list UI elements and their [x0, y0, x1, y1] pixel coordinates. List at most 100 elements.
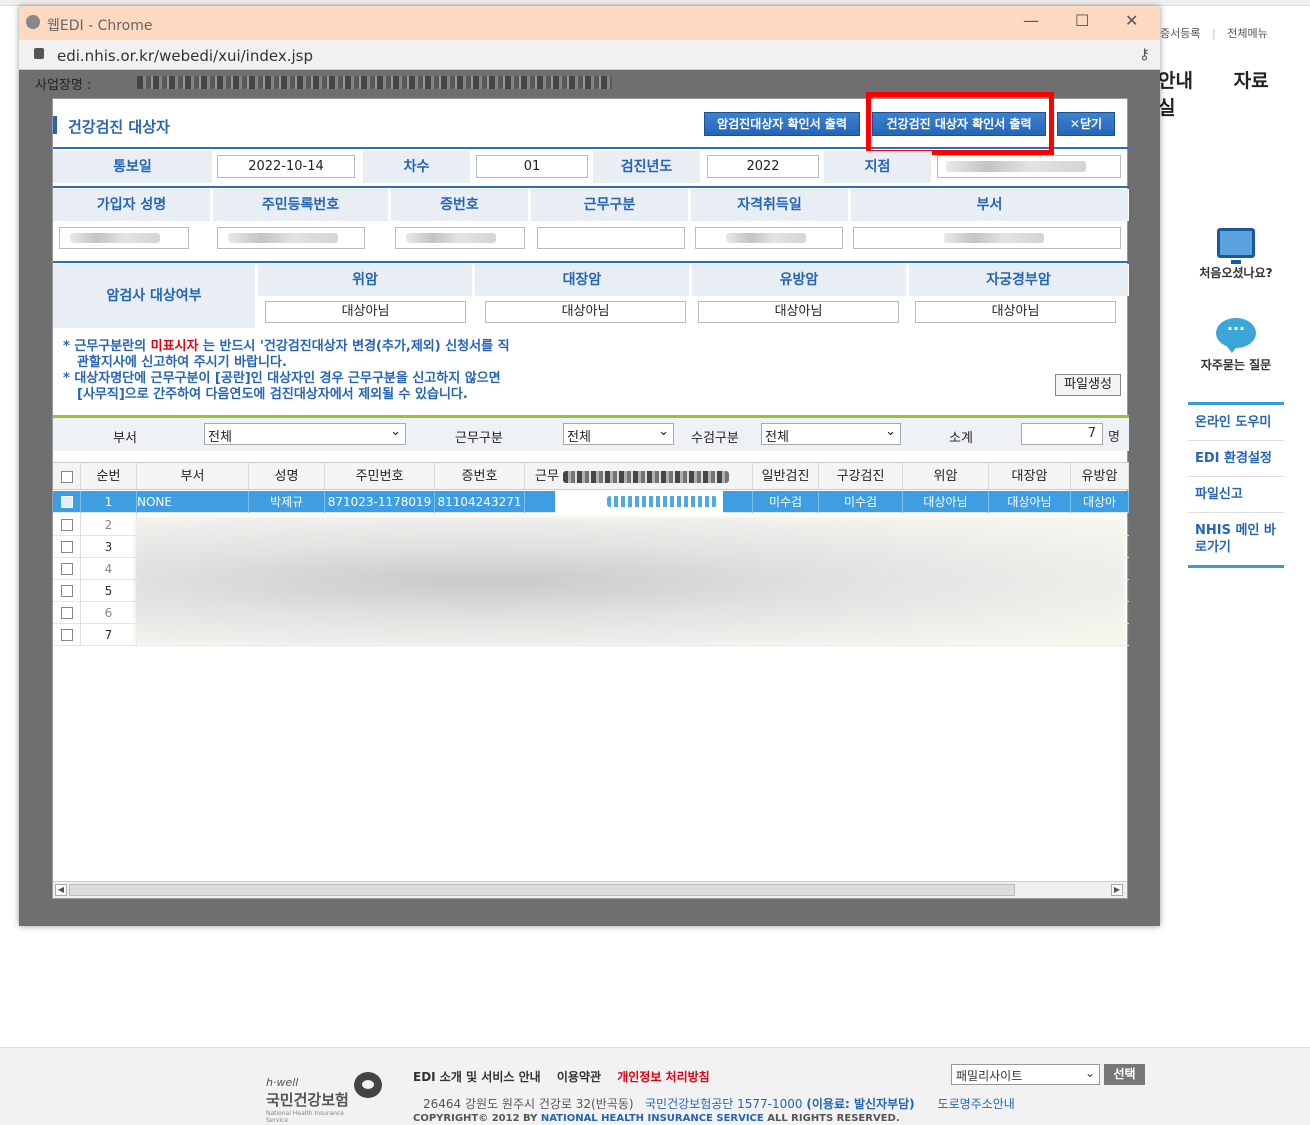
footer-link-terms[interactable]: 이용약관 [557, 1070, 601, 1084]
subtotal-field[interactable]: 7 [1021, 423, 1103, 445]
heart-logo-icon [354, 1072, 382, 1098]
close-icon[interactable]: ✕ [1125, 11, 1138, 30]
colon-cancer-value[interactable]: 대상아님 [485, 301, 686, 323]
all-menu-link[interactable]: 전체메뉴 [1227, 27, 1267, 40]
cell-rrn: 871023-1178019 [325, 491, 435, 513]
col-header-card[interactable]: 증번호 [435, 463, 525, 491]
col-header-work[interactable]: 근무 [525, 463, 753, 491]
nav-guide[interactable]: 안내 [1158, 70, 1193, 92]
round-field[interactable]: 01 [476, 155, 588, 178]
key-icon[interactable]: ⚷ [1139, 45, 1150, 63]
cell-colon: 대상아님 [989, 491, 1071, 513]
col-header-work-label: 근무 [535, 469, 559, 484]
dialog-close-button[interactable]: ✕닫기 [1057, 112, 1115, 136]
footer-link-privacy[interactable]: 개인정보 처리방침 [617, 1070, 710, 1084]
member-info: 가입자 성명 주민등록번호 증번호 근무구분 자격취득일 부서 [53, 189, 1129, 259]
row-select-cell [53, 491, 81, 513]
footer-link-about[interactable]: EDI 소개 및 서비스 안내 [413, 1070, 541, 1084]
scroll-right-icon[interactable]: ▶ [1111, 884, 1123, 896]
logo-hwell: h·well [266, 1076, 299, 1089]
scroll-thumb[interactable] [69, 884, 1015, 896]
copyright-org: NATIONAL HEALTH INSURANCE SERVICE [540, 1113, 764, 1124]
cervical-cancer-value[interactable]: 대상아님 [915, 301, 1116, 323]
stomach-cancer-value[interactable]: 대상아님 [265, 301, 466, 323]
work-type-field[interactable] [537, 227, 685, 249]
select-all-cell [53, 463, 81, 491]
colon-cancer-header: 대장암 [475, 264, 690, 296]
row-checkbox[interactable] [61, 519, 73, 531]
maximize-icon[interactable]: ☐ [1075, 11, 1089, 30]
minimize-icon[interactable]: — [1023, 11, 1039, 30]
cell-dept: NONE [137, 491, 249, 513]
col-header-dept[interactable]: 부서 [137, 463, 249, 491]
cell-no: 5 [81, 580, 137, 602]
row-checkbox[interactable] [61, 607, 73, 619]
create-file-button[interactable]: 파일생성 [1055, 374, 1121, 396]
url-text[interactable]: edi.nhis.or.kr/webedi/xui/index.jsp [57, 47, 313, 65]
window-title-bar: 웹EDI - Chrome — ☐ ✕ [19, 6, 1160, 40]
card-no-field[interactable] [395, 227, 525, 249]
scroll-left-icon[interactable]: ◀ [55, 884, 67, 896]
divider: | [1211, 27, 1216, 40]
faq-label: 자주묻는 질문 [1200, 358, 1272, 372]
row-checkbox[interactable] [61, 496, 73, 508]
family-site-go-button[interactable]: 선택 [1104, 1064, 1145, 1085]
branch-label: 지점 [824, 151, 932, 183]
rrn-field[interactable] [217, 227, 365, 249]
col-header-rrn[interactable]: 주민번호 [325, 463, 435, 491]
row-checkbox[interactable] [61, 563, 73, 575]
family-site-select[interactable]: 패밀리사이트 ⌄ [951, 1064, 1100, 1085]
side-link-nhis-main[interactable]: NHIS 메인 바로가기 [1188, 513, 1284, 565]
notice-line-1: * 근무구분란의 미표시자 는 반드시 '건강검진대상자 변경(추가,제외) 신… [63, 339, 623, 355]
year-field[interactable]: 2022 [707, 155, 819, 178]
side-link-file-report[interactable]: 파일신고 [1188, 477, 1284, 513]
col-header-oral[interactable]: 구강검진 [819, 463, 903, 491]
dept-filter-select[interactable]: 전체 ⌄ [204, 423, 406, 445]
breast-cancer-value[interactable]: 대상아님 [698, 301, 899, 323]
side-link-edi-settings[interactable]: EDI 환경설정 [1188, 441, 1284, 477]
section-divider [53, 186, 1129, 188]
cert-register-link[interactable]: 증서등록 [1160, 27, 1200, 40]
col-header-colon[interactable]: 대장암 [989, 463, 1071, 491]
cell-no: 4 [81, 558, 137, 580]
select-all-checkbox[interactable] [61, 471, 73, 483]
health-checkup-dialog: 건강검진 대상자 암검진대상자 확인서 출력 건강검진 대상자 확인서 출력 ✕… [52, 92, 1129, 899]
cell-general: 미수검 [753, 491, 819, 513]
col-header-general[interactable]: 일반검진 [753, 463, 819, 491]
branch-field[interactable] [937, 155, 1121, 178]
row-checkbox[interactable] [61, 541, 73, 553]
notice-line-2: 관할지사에 신고하여 주시기 바랍니다. [77, 355, 287, 370]
work-type-header: 근무구분 [531, 189, 689, 221]
col-header-no[interactable]: 순번 [81, 463, 137, 491]
row-checkbox[interactable] [61, 629, 73, 641]
qual-date-field[interactable] [695, 227, 843, 249]
logo-en-name: National Health Insurance Service [266, 1110, 344, 1124]
row-checkbox[interactable] [61, 585, 73, 597]
redacted-value [228, 233, 338, 243]
lock-icon [34, 48, 44, 59]
notice-line-1-b: 는 반드시 '건강검진대상자 변경(추가,제외) 신청서를 직 [198, 339, 510, 354]
dialog-header: 건강검진 대상자 암검진대상자 확인서 출력 건강검진 대상자 확인서 출력 ✕… [53, 92, 1129, 155]
year-label: 검진년도 [593, 151, 701, 183]
road-address-link[interactable]: 도로명주소안내 [938, 1097, 1015, 1111]
side-link-online-help[interactable]: 온라인 도우미 [1188, 405, 1284, 441]
faq-shortcut[interactable]: ··· 자주묻는 질문 [1196, 318, 1276, 373]
cell-no: 1 [81, 491, 137, 513]
cell-stomach: 대상아님 [903, 491, 989, 513]
exam-filter-select[interactable]: 전체 ⌄ [761, 423, 901, 445]
col-header-breast[interactable]: 유방암 [1071, 463, 1129, 491]
dept-field[interactable] [853, 227, 1121, 249]
col-header-stomach[interactable]: 위암 [903, 463, 989, 491]
horizontal-scrollbar[interactable]: ◀ ▶ [53, 881, 1127, 898]
table-row[interactable]: 1 NONE 박제규 871023-1178019 81104243271 미수… [53, 491, 1129, 513]
first-visit-shortcut[interactable]: 처음오셨나요? [1196, 228, 1276, 281]
first-visit-label: 처음오셨나요? [1199, 266, 1273, 280]
cell-breast: 대상아 [1071, 491, 1129, 513]
notice-date-field[interactable]: 2022-10-14 [217, 155, 355, 178]
cancer-cert-print-button[interactable]: 암검진대상자 확인서 출력 [704, 112, 860, 136]
col-header-name[interactable]: 성명 [249, 463, 325, 491]
grid-header: 순번 부서 성명 주민번호 증번호 근무 일반검진 구강검진 위암 대장암 유방… [53, 462, 1129, 491]
work-filter-select[interactable]: 전체 ⌄ [563, 423, 674, 445]
member-name-field[interactable] [59, 227, 189, 249]
notice-line-3: * 대상자명단에 근무구분이 [공란]인 대상자인 경우 근무구분을 신고하지 … [63, 371, 501, 386]
